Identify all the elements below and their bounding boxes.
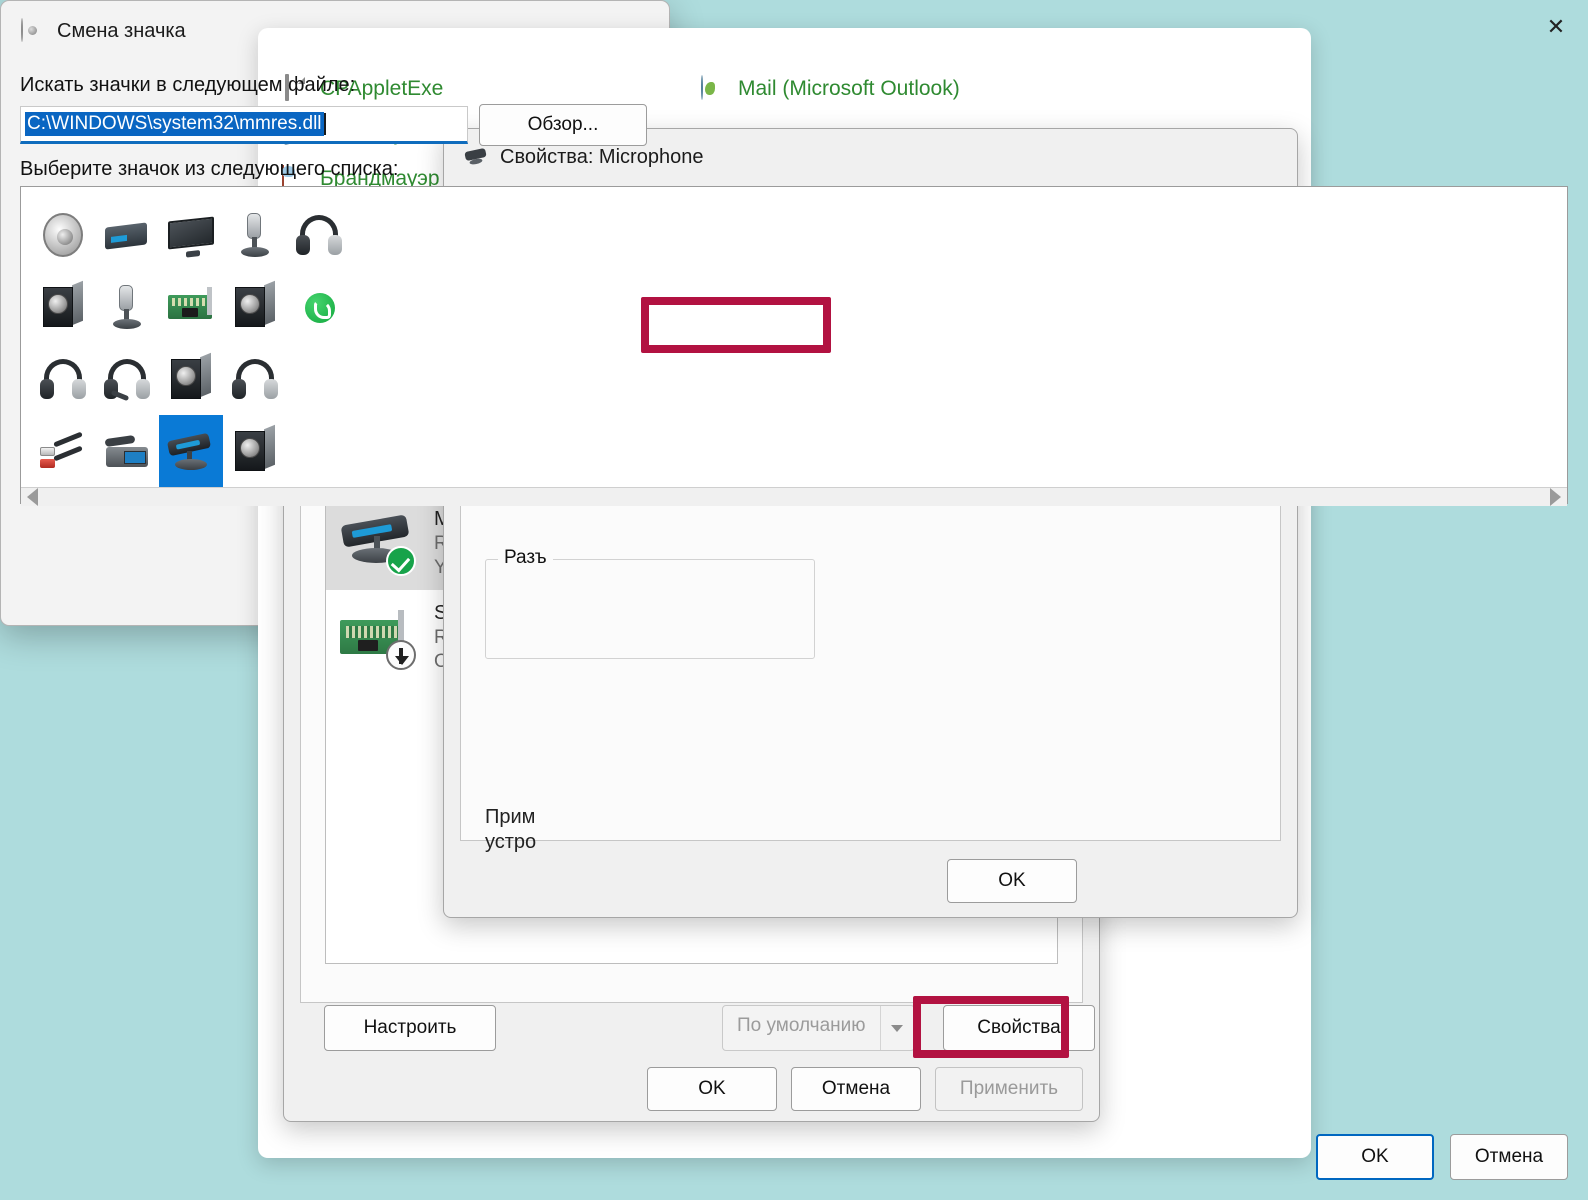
horizontal-scrollbar[interactable] — [21, 487, 1567, 506]
set-default-combo[interactable]: По умолчанию — [722, 1005, 915, 1051]
icon-cell-empty — [479, 343, 543, 415]
desktop-mic-icon — [101, 281, 153, 333]
icon-cell-empty — [287, 343, 351, 415]
mail-globe-icon — [700, 75, 726, 102]
jack-group-label: Разъ — [498, 547, 553, 569]
file-label: Искать значки в следующем файле: — [20, 74, 356, 96]
sound-card-icon — [165, 281, 217, 333]
properties-button[interactable]: Свойства — [943, 1005, 1095, 1051]
icon-cell-empty — [543, 343, 607, 415]
browse-button[interactable]: Обзор... — [479, 104, 647, 146]
icon-cell-speaker-box[interactable] — [223, 271, 287, 343]
speaker-box-icon — [165, 352, 217, 405]
device-usage-label: Прим устро — [485, 806, 537, 853]
icon-grid[interactable] — [21, 187, 1567, 487]
speaker-grey-icon — [21, 18, 45, 43]
close-icon[interactable]: ✕ — [1534, 10, 1578, 44]
icon-cell-empty — [415, 343, 479, 415]
speaker-box-icon — [229, 280, 281, 333]
icon-cell-speaker-box[interactable] — [159, 343, 223, 415]
sound-dialog-buttons: OK Отмена Применить — [647, 1067, 1083, 1111]
icon-cell-speaker-box[interactable] — [223, 415, 287, 487]
microphone-small-icon — [464, 145, 488, 169]
headset-mic-icon — [101, 353, 153, 405]
list-label: Выберите значок из следующего списка: — [20, 158, 399, 180]
microphone-3d-icon — [338, 510, 420, 576]
change-icon-title: Смена значка — [57, 19, 186, 42]
monitor-icon — [165, 209, 217, 261]
ok-button[interactable]: OK — [647, 1067, 777, 1111]
icon-cell-empty — [351, 343, 415, 415]
icon-cell-telephone[interactable] — [95, 415, 159, 487]
icon-cell-sound-card[interactable] — [159, 271, 223, 343]
icon-cell-desktop-mic[interactable] — [223, 199, 287, 271]
icon-cell-green-phone[interactable] — [287, 271, 351, 343]
cancel-button[interactable]: Отмена — [1450, 1134, 1568, 1180]
external-box-icon — [101, 209, 153, 261]
ok-button[interactable]: OK — [1316, 1134, 1434, 1180]
icon-cell-headset[interactable] — [31, 343, 95, 415]
headphones-icon — [293, 209, 345, 261]
sound-card-icon — [338, 604, 420, 670]
configure-button[interactable]: Настроить — [324, 1005, 496, 1051]
speaker-round-icon — [37, 209, 89, 261]
scroll-right-arrow[interactable] — [1550, 488, 1561, 506]
headset-icon — [37, 353, 89, 405]
icon-cell-speaker-round[interactable] — [31, 199, 95, 271]
rca-cable-icon — [37, 425, 89, 477]
jack-group: Разъ — [485, 547, 815, 659]
icon-cell-empty — [543, 271, 607, 343]
cancel-button[interactable]: Отмена — [791, 1067, 921, 1111]
microphone-icon — [165, 425, 217, 477]
text-caret — [323, 113, 326, 135]
green-phone-icon — [293, 281, 345, 333]
icon-cell-external-box[interactable] — [95, 199, 159, 271]
icon-cell-empty — [543, 199, 607, 271]
icon-cell-desktop-mic[interactable] — [95, 271, 159, 343]
set-default-label: По умолчанию — [737, 1015, 866, 1036]
icon-cell-rca-cable[interactable] — [31, 415, 95, 487]
scroll-left-arrow[interactable] — [27, 488, 38, 506]
speaker-box-icon — [229, 424, 281, 477]
cp-item-mail-outlook[interactable]: Mail (Microsoft Outlook) — [700, 75, 960, 102]
icon-file-path-value: C:\WINDOWS\system32\mmres.dll — [25, 112, 324, 136]
icon-file-path-input[interactable]: C:\WINDOWS\system32\mmres.dll — [20, 106, 468, 144]
icon-cell-headset[interactable] — [223, 343, 287, 415]
sound-footer: Настроить По умолчанию Свойства — [300, 1005, 1095, 1051]
headset-icon — [229, 353, 281, 405]
ok-button[interactable]: OK — [947, 859, 1077, 903]
icon-cell-empty — [415, 415, 479, 487]
icon-cell-empty — [415, 271, 479, 343]
speaker-box-icon — [37, 280, 89, 333]
icon-cell-monitor[interactable] — [159, 199, 223, 271]
change-icon-buttons: OK Отмена — [1316, 1134, 1568, 1180]
default-check-badge — [386, 546, 416, 576]
icon-cell-headphones[interactable] — [287, 199, 351, 271]
icon-cell-empty — [479, 199, 543, 271]
icon-listbox[interactable] — [20, 186, 1568, 506]
apply-button: Применить — [935, 1067, 1083, 1111]
telephone-icon — [101, 425, 153, 477]
icon-cell-empty — [479, 271, 543, 343]
icon-cell-empty — [351, 271, 415, 343]
icon-cell-empty — [351, 415, 415, 487]
icon-cell-empty — [415, 199, 479, 271]
cp-item-label: Mail (Microsoft Outlook) — [738, 77, 960, 100]
icon-cell-empty — [287, 415, 351, 487]
icon-cell-microphone-selected[interactable] — [159, 415, 223, 487]
icon-cell-headset-mic[interactable] — [95, 343, 159, 415]
icon-cell-speaker-box[interactable] — [31, 271, 95, 343]
disabled-down-badge — [386, 640, 416, 670]
chevron-down-icon[interactable] — [879, 1006, 914, 1050]
icon-cell-empty — [351, 199, 415, 271]
icon-cell-empty — [479, 415, 543, 487]
desktop-mic-icon — [229, 209, 281, 261]
properties-window-title: Свойства: Microphone — [500, 145, 704, 168]
icon-cell-empty — [543, 415, 607, 487]
